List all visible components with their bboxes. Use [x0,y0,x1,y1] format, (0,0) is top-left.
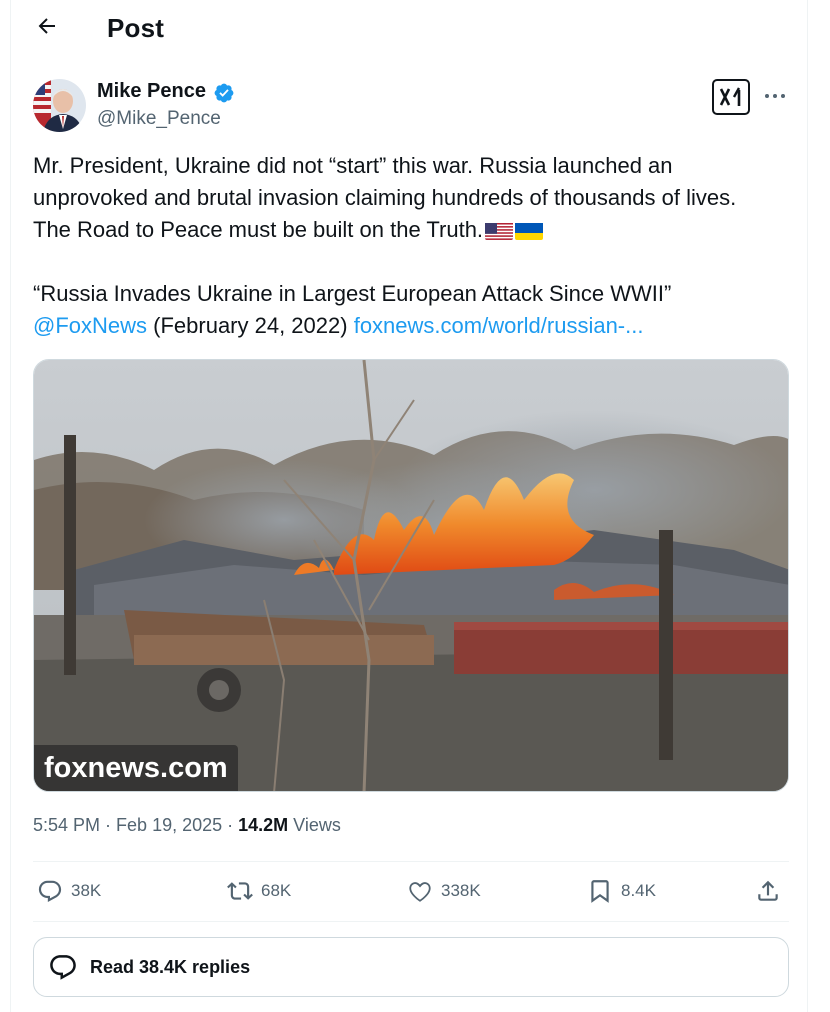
divider [33,861,789,862]
repost-button[interactable]: 68K [227,878,291,904]
post-date[interactable]: Feb 19, 2025 [116,815,222,835]
views-label: Views [288,815,341,835]
meta-separator: · [222,815,239,835]
share-icon [758,880,778,901]
mention-link[interactable]: @FoxNews [33,313,147,338]
post-text-line: unprovoked and brutal invasion claiming … [33,185,737,210]
like-button[interactable]: 338K [407,878,481,904]
repost-count: 68K [261,881,292,900]
post-time[interactable]: 5:54 PM [33,815,100,835]
bookmark-count: 8.4K [621,881,656,900]
image-watermark: foxnews.com [34,745,238,791]
read-replies-button[interactable]: Read 38.4K replies [33,937,789,997]
verified-badge-icon [214,83,234,103]
reply-count: 38K [71,881,102,900]
us-flag-emoji [485,220,514,240]
more-dots-icon [765,94,785,98]
reply-bubble-icon [50,955,76,980]
post-page: Post Mike Pence @Mike_Pence Mr. Presiden… [10,0,808,1012]
avatar[interactable] [33,79,86,132]
grok-icon [719,87,741,106]
arrow-left-icon [38,18,55,34]
divider [33,921,789,922]
post-text-line: Mr. President, Ukraine did not “start” t… [33,153,673,178]
reply-button[interactable]: 38K [37,878,101,904]
post-meta: 5:54 PM · Feb 19, 2025 · 14.2M Views [33,815,341,836]
share-button[interactable] [755,878,789,904]
date-text: (February 24, 2022) [147,313,354,338]
post-text-line: @FoxNews (February 24, 2022) foxnews.com… [33,310,793,342]
post-image[interactable]: foxnews.com [33,359,789,792]
repost-icon [227,882,253,900]
heart-icon [409,882,431,902]
action-bar: 38K 68K 338K 8.4K [33,870,789,920]
quote-text: “Russia Invades Ukraine in Largest Europ… [33,281,672,306]
author-handle[interactable]: @Mike_Pence [97,108,221,130]
post-text-segment: The Road to Peace must be built on the T… [33,217,484,242]
reply-icon [38,880,62,903]
more-options-button[interactable] [763,86,787,106]
author-name[interactable]: Mike Pence [97,80,206,103]
page-header: Post [11,0,807,56]
meta-separator: · [100,815,117,835]
bookmark-button[interactable]: 8.4K [587,878,656,904]
post-text-line: The Road to Peace must be built on the T… [33,214,793,246]
ukraine-flag-emoji [515,220,544,240]
article-link[interactable]: foxnews.com/world/russian-... [354,313,644,338]
burning-building-photo [34,360,788,791]
read-replies-label: Read 38.4K replies [90,956,251,977]
grok-button[interactable] [712,79,750,115]
back-button[interactable] [33,12,61,40]
bookmark-icon [591,880,609,903]
post-text: Mr. President, Ukraine did not “start” t… [33,150,793,342]
like-count: 338K [441,881,481,900]
avatar-image [33,79,86,132]
page-title: Post [107,13,165,43]
views-count: 14.2M [238,815,289,835]
